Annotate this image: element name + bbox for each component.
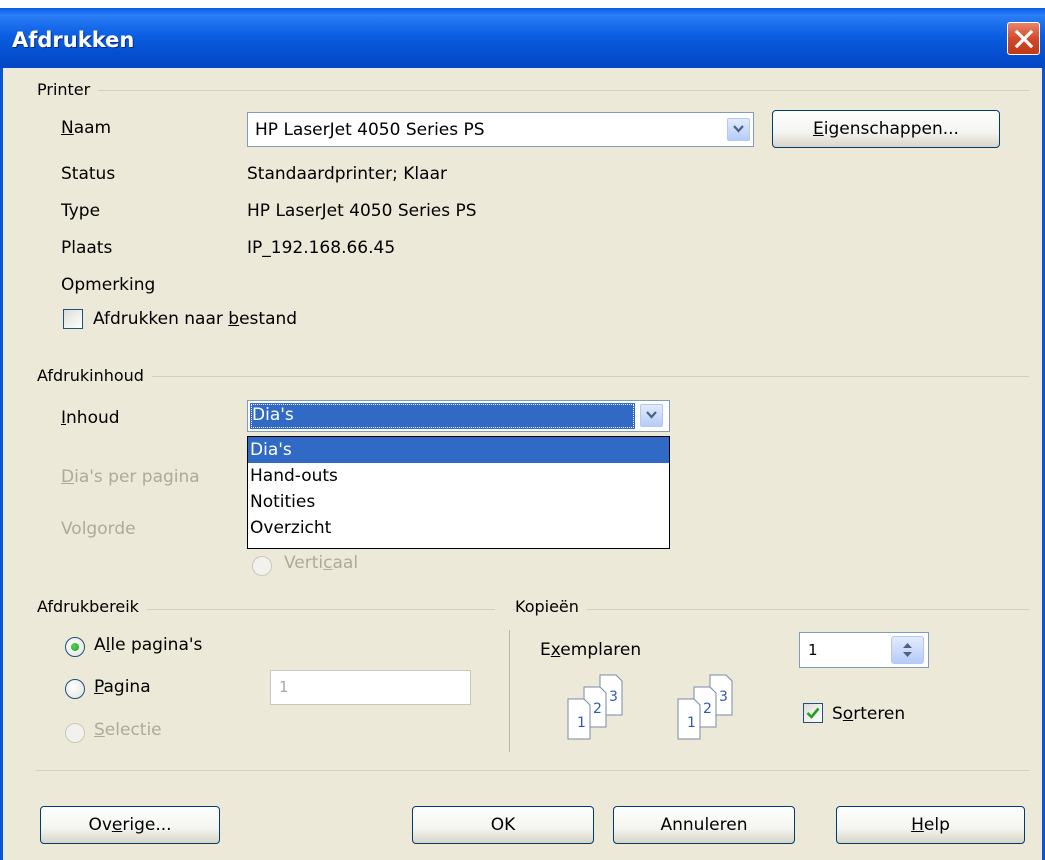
all-pages-label: Alle pagina's: [94, 635, 203, 655]
selection-radio[interactable]: [65, 723, 85, 743]
all-pages-radio[interactable]: [65, 637, 85, 657]
range-group-label: Afdrukbereik: [37, 597, 147, 616]
content-label: Inhoud: [61, 408, 120, 428]
collate-pages-icon: 3 2 1 3 2 1: [567, 674, 733, 740]
spin-arrows-icon: [903, 643, 912, 657]
background-window-strip: [0, 0, 1045, 8]
content-dropdown-button[interactable]: [640, 404, 663, 427]
svg-text:1: 1: [577, 715, 586, 731]
comment-label: Opmerking: [61, 275, 156, 295]
copies-value: 1: [808, 641, 818, 659]
svg-text:1: 1: [687, 715, 696, 731]
pages-input-value: 1: [279, 678, 289, 696]
cancel-button[interactable]: Annuleren: [613, 806, 795, 844]
copies-label: Exemplaren: [540, 640, 642, 660]
collate-label: Sorteren: [832, 704, 906, 724]
pages-radio[interactable]: [65, 679, 85, 699]
print-to-file-label: Afdrukken naar bestand: [93, 309, 298, 329]
svg-text:2: 2: [703, 701, 712, 717]
list-item[interactable]: Hand-outs: [248, 463, 669, 489]
status-label: Status: [61, 164, 116, 184]
pages-input[interactable]: 1: [270, 670, 471, 705]
printer-name-select[interactable]: HP LaserJet 4050 Series PS: [247, 112, 754, 147]
content-group-line: [36, 376, 1029, 377]
copies-group-label: Kopieën: [515, 597, 587, 616]
copies-spin-buttons[interactable]: [891, 636, 924, 664]
bottom-separator: [36, 770, 1029, 771]
help-button-label: Help: [911, 815, 950, 835]
printer-dropdown-button[interactable]: [727, 118, 750, 141]
content-select-value: Dia's: [252, 405, 294, 425]
slides-per-page-label: Dia's per pagina: [61, 467, 200, 487]
copies-spinner[interactable]: 1: [799, 632, 929, 668]
chevron-down-icon: [646, 411, 657, 419]
other-button-label: Overige...: [88, 815, 172, 835]
other-button[interactable]: Overige...: [40, 806, 220, 844]
location-value: IP_192.168.66.45: [247, 238, 396, 258]
content-options-list[interactable]: Dia's Hand-outs Notities Overzicht: [247, 436, 670, 549]
close-button[interactable]: [1007, 22, 1040, 55]
collate-checkbox[interactable]: [803, 703, 823, 723]
list-item[interactable]: Notities: [248, 489, 669, 515]
properties-button-label: Eigenschappen...: [813, 119, 959, 139]
close-icon: [1014, 29, 1034, 49]
svg-text:3: 3: [609, 689, 618, 705]
list-item[interactable]: Overzicht: [248, 515, 669, 541]
ok-button[interactable]: OK: [412, 806, 594, 844]
status-value: Standaardprinter; Klaar: [247, 164, 447, 184]
selection-label: Selectie: [94, 720, 162, 740]
cancel-button-label: Annuleren: [660, 815, 748, 835]
content-select-highlight: [250, 403, 635, 429]
help-button[interactable]: Help: [836, 806, 1025, 844]
svg-text:3: 3: [719, 689, 728, 705]
svg-text:2: 2: [593, 701, 602, 717]
type-value: HP LaserJet 4050 Series PS: [247, 201, 477, 221]
location-label: Plaats: [61, 238, 113, 258]
printer-group-line: [36, 90, 1029, 91]
printer-name-value: HP LaserJet 4050 Series PS: [255, 120, 485, 140]
list-item[interactable]: Dia's: [248, 437, 669, 463]
print-to-file-checkbox[interactable]: [63, 309, 83, 329]
checkmark-icon: [806, 707, 820, 719]
printer-name-label: Naam: [61, 118, 112, 138]
chevron-down-icon: [733, 125, 744, 133]
window-title: Afdrukken: [12, 28, 135, 52]
copies-separator: [509, 630, 511, 752]
content-group-label: Afdrukinhoud: [37, 366, 152, 385]
copies-group-line: [513, 609, 1029, 610]
content-select[interactable]: Dia's: [247, 400, 670, 432]
vertical-radio[interactable]: [252, 556, 272, 576]
title-bar[interactable]: [0, 8, 1045, 68]
pages-label: Pagina: [94, 677, 151, 697]
vertical-label: Verticaal: [284, 553, 359, 573]
window-frame-left: [0, 68, 3, 860]
properties-button[interactable]: Eigenschappen...: [772, 110, 1000, 148]
ok-button-label: OK: [490, 815, 516, 835]
type-label: Type: [61, 201, 101, 221]
printer-group-label: Printer: [37, 80, 99, 99]
order-label: Volgorde: [61, 519, 136, 539]
